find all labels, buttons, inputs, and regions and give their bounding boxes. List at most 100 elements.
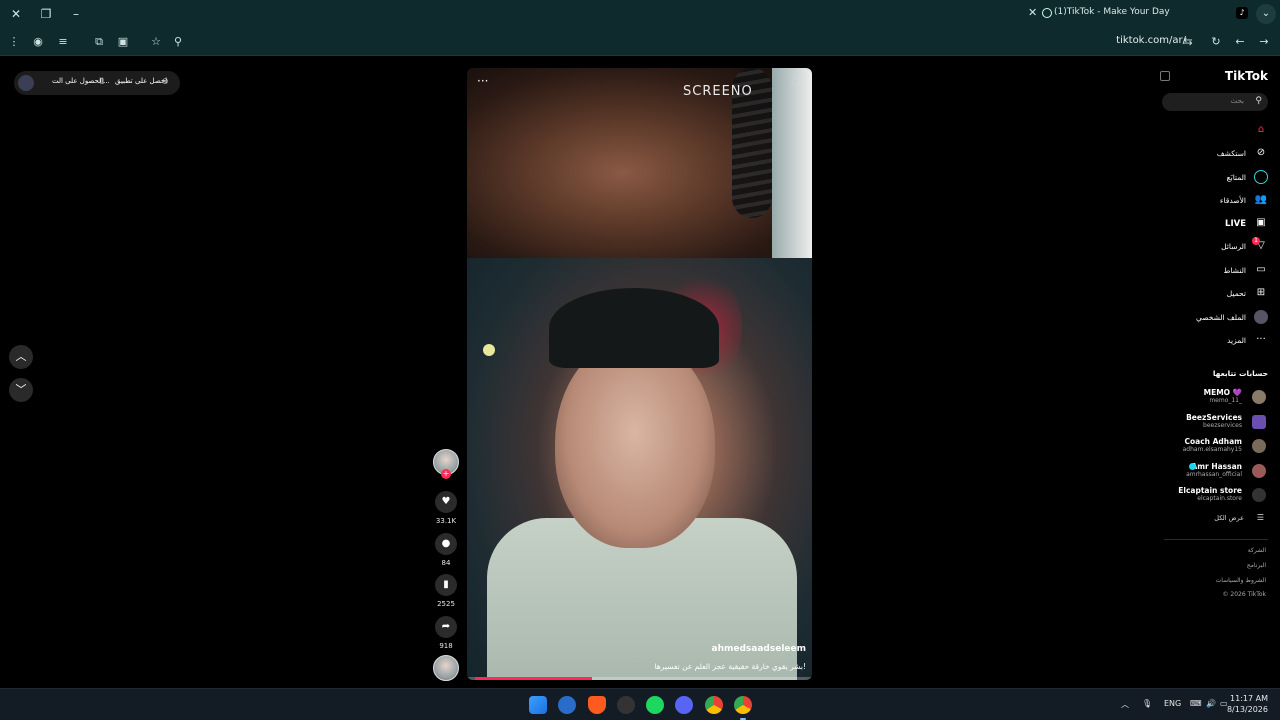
extensions-icon[interactable]: ⧉ [91,34,107,50]
nav-friends[interactable]: الأصدقاء 👥 [1188,193,1268,209]
account-handle: amrhassan_official [1186,471,1242,478]
desktop-icon: ▯ [100,77,104,85]
video-face-shape [555,338,715,548]
microphone-icon[interactable]: 🎙 [1142,699,1152,708]
follow-plus-icon[interactable]: + [441,469,451,479]
music-disc-avatar[interactable] [433,655,459,681]
brave-icon[interactable] [588,696,606,714]
user-avatar[interactable] [18,75,34,91]
like-count: 33.1K [435,517,457,525]
windows-start-icon[interactable] [529,696,547,714]
previous-video-button[interactable]: ︿ [9,345,33,369]
get-app-link[interactable]: احصل على تطبيق [115,77,167,85]
window-close-icon[interactable]: ✕ [8,6,24,22]
video-options-icon[interactable]: ··· [477,74,488,88]
next-video-button[interactable]: ﹀ [9,378,33,402]
spotify-icon[interactable] [646,696,664,714]
chrome-icon[interactable] [705,696,723,714]
nav-activity[interactable]: النشاط ▭ [1188,263,1268,279]
clock-date: 8/13/2026 [1226,705,1268,714]
share-arrow-icon[interactable]: ➦ [435,616,457,638]
discord-icon[interactable] [675,696,693,714]
tiktok-logo[interactable]: TikTok [1225,69,1268,83]
nav-messages[interactable]: الرسائل ▽ 1 [1188,237,1268,255]
video-bokeh-shape [483,344,495,356]
language-indicator[interactable]: ENG [1164,699,1181,708]
account-item[interactable]: Amr Hassan amrhassan_official [1162,461,1268,483]
share-count: 918 [439,642,453,650]
tab-search-icon[interactable]: ⌄ [1256,4,1276,24]
reload-icon[interactable]: ↻ [1208,34,1224,50]
profile-icon[interactable]: ◉ [30,34,46,50]
network-icon[interactable]: ⌨ [1190,699,1202,708]
video-control-icon[interactable]: ◌ [791,76,800,87]
search-icon[interactable]: ⚲ [1255,96,1262,106]
live-dot-icon [1189,463,1196,470]
media-control-icon[interactable]: ≡ [55,34,71,50]
account-avatar [1252,488,1266,502]
creator-name[interactable]: ahmedsaadseleem [712,644,806,654]
messages-badge: 1 [1252,237,1260,245]
tab-favicon-icon [1042,8,1052,18]
footer-link-company[interactable]: الشركة [1248,547,1266,554]
nav-more[interactable]: المزيد ··· [1188,333,1268,349]
sidebar: TikTok بحث ⚲ ⌂ استكشف ⊘ المتابَع الأصدقا… [1160,57,1280,688]
browser-app-icon[interactable] [558,696,576,714]
search-placeholder: بحث [1230,97,1244,105]
sidebar-toggle-icon[interactable] [1160,71,1170,81]
video-top-frame: ··· SCREENO ◌ [467,68,812,258]
account-handle: elcaptain.store [1197,495,1242,502]
nav-following[interactable]: المتابَع [1188,170,1268,186]
sidebar-divider [1164,539,1268,540]
window-restore-icon[interactable]: ❐ [38,6,54,22]
footer-link-program[interactable]: البرنامج [1247,562,1266,569]
chrome-active-icon[interactable] [734,696,752,714]
account-item[interactable]: BeezServices beezservices [1162,412,1268,434]
volume-icon[interactable]: 🔊 [1206,699,1216,708]
tab-title: (1)TikTok - Make Your Day [1054,7,1170,17]
nav-profile[interactable]: الملف الشخصي [1188,310,1268,326]
extension-app-icon[interactable]: ▣ [115,34,131,50]
nav-live[interactable]: LIVE ▣ [1188,216,1268,232]
window-minimize-icon[interactable]: – [68,6,84,22]
menu-dots-icon[interactable]: ⋮ [6,34,22,50]
live-icon: ▣ [1256,217,1266,228]
following-icon [1254,170,1268,184]
back-icon[interactable]: ← [1232,34,1248,50]
tiktok-favicon-icon: ♪ [1236,7,1248,19]
see-all-link[interactable]: عرض الكل ☰ [1188,513,1268,525]
save-count: 2525 [437,600,455,608]
tiktok-page: الحصول على الت... ▯ احصل على تطبيق ◎ ︿ ﹀… [0,57,1280,688]
account-name: BeezServices [1186,413,1242,422]
nav-explore[interactable]: استكشف ⊘ [1188,146,1268,162]
nav-live-label: LIVE [1225,219,1246,229]
account-item[interactable]: MEMO 💜 memo_11_ [1162,387,1268,409]
clock-time: 11:17 AM [1230,694,1268,703]
account-item[interactable]: Elcaptain store elcaptain.store [1162,485,1268,507]
video-progress-bar[interactable] [467,677,812,680]
footer-link-terms[interactable]: الشروط والسياسات [1216,577,1266,584]
browser-tab[interactable]: ✕ (1)TikTok - Make Your Day ♪ [1024,4,1254,24]
site-settings-icon[interactable]: ⇆ [1180,34,1196,50]
video-background-shape [772,68,812,258]
nav-upload[interactable]: تحميل ⊞ [1188,286,1268,302]
video-player[interactable]: ··· SCREENO ◌ ahmedsaadseleem بشر يقوي خ… [467,68,812,680]
nav-home[interactable]: ⌂ [1228,123,1268,139]
nav-upload-label: تحميل [1226,289,1246,298]
account-item[interactable]: Coach Adham adham.elsamahy15 [1162,436,1268,458]
bookmark-icon[interactable]: ▮ [435,574,457,596]
comment-count: 84 [441,559,451,567]
address-bar[interactable]: tiktok.com/ar/ [1116,35,1186,46]
search-input[interactable]: بحث ⚲ [1162,93,1268,111]
system-clock[interactable]: 11:17 AM 8/13/2026 [1227,693,1268,715]
comment-icon[interactable]: ● [435,533,457,555]
account-avatar [1252,415,1266,429]
tab-close-icon[interactable]: ✕ [1028,6,1037,19]
video-caption: بشر يقوي خارقة حقيقية عجز العلم عن تفسير… [654,662,806,671]
forward-icon[interactable]: → [1256,34,1272,50]
zoom-icon[interactable]: ⚲ [170,34,186,50]
like-heart-icon[interactable]: ♥ [435,491,457,513]
app-icon[interactable] [617,696,635,714]
bookmark-star-icon[interactable]: ☆ [148,34,164,50]
tray-chevron-icon[interactable]: ︿ [1121,699,1129,710]
